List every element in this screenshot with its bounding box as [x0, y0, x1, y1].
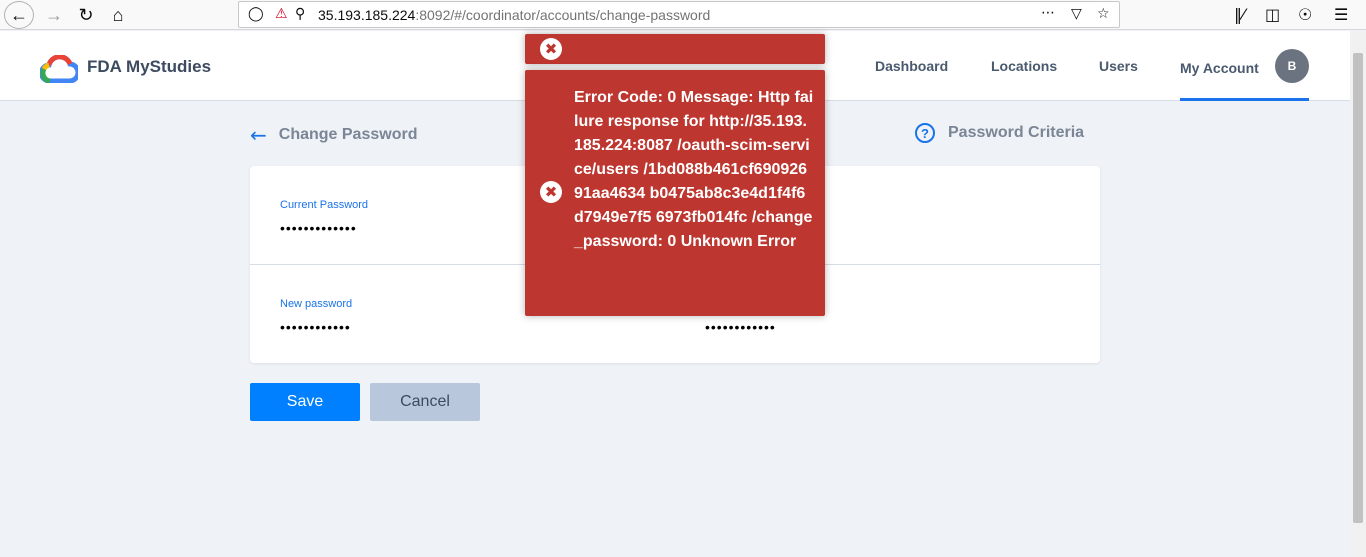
avatar[interactable]: B: [1275, 49, 1309, 83]
error-toast-empty[interactable]: ✖: [525, 34, 825, 64]
back-arrow-icon[interactable]: ←: [4, 1, 34, 29]
shield-icon[interactable]: ◯: [248, 6, 264, 22]
current-password-label: Current Password: [280, 199, 369, 211]
brand-name: FDA MyStudies: [87, 57, 212, 76]
insecure-lock-icon[interactable]: ⚠: [275, 6, 288, 22]
nav-users[interactable]: Users: [1099, 58, 1138, 74]
key-icon[interactable]: ⚲: [295, 6, 305, 22]
new-password-label: New password: [280, 298, 353, 310]
library-icon[interactable]: ‖⁄: [1234, 5, 1245, 24]
nav-dashboard[interactable]: Dashboard: [875, 58, 948, 74]
back-link[interactable]: ← Change Password: [250, 123, 417, 147]
error-message: Error Code: 0 Message: Http failure resp…: [574, 89, 814, 250]
cancel-button[interactable]: Cancel: [370, 383, 480, 421]
error-icon: ✖: [540, 38, 562, 60]
more-icon[interactable]: ⋯: [1041, 5, 1055, 21]
sidebar-icon[interactable]: ◫: [1265, 5, 1280, 24]
url-bar[interactable]: ◯ ⚠ ⚲ 35.193.185.224:8092/#/coordinator/…: [238, 1, 1120, 28]
nav-my-account[interactable]: My Account: [1180, 60, 1259, 76]
confirm-password-field[interactable]: ••••••••••••: [705, 319, 776, 335]
cloud-logo-icon: [40, 55, 78, 83]
error-icon: ✖: [540, 181, 562, 203]
reload-icon[interactable]: ↻: [72, 2, 100, 28]
pocket-icon[interactable]: ▽: [1071, 6, 1082, 22]
home-icon[interactable]: ⌂: [104, 2, 132, 28]
forward-arrow-icon[interactable]: →: [40, 2, 68, 28]
current-password-field[interactable]: •••••••••••••: [280, 220, 357, 236]
password-criteria-link[interactable]: ? Password Criteria: [915, 123, 1084, 143]
page-title: Change Password: [278, 126, 418, 143]
help-icon[interactable]: ?: [915, 123, 935, 143]
scrollbar[interactable]: [1350, 31, 1366, 557]
scrollbar-thumb[interactable]: [1353, 53, 1363, 523]
save-button[interactable]: Save: [250, 383, 360, 421]
back-arrow-icon[interactable]: ←: [250, 123, 267, 147]
menu-icon[interactable]: ☰: [1334, 5, 1348, 24]
account-icon[interactable]: ☉: [1298, 5, 1312, 24]
nav-locations[interactable]: Locations: [991, 58, 1057, 74]
new-password-field[interactable]: ••••••••••••: [280, 319, 351, 335]
nav-active-indicator: [1180, 98, 1309, 101]
error-toast[interactable]: ✖ Error Code: 0 Message: Http failure re…: [525, 70, 825, 316]
url-text[interactable]: 35.193.185.224:8092/#/coordinator/accoun…: [318, 7, 710, 23]
browser-toolbar: ← → ↻ ⌂ ◯ ⚠ ⚲ 35.193.185.224:8092/#/coor…: [0, 0, 1366, 30]
star-icon[interactable]: ☆: [1097, 6, 1110, 22]
password-criteria-label[interactable]: Password Criteria: [948, 124, 1084, 142]
